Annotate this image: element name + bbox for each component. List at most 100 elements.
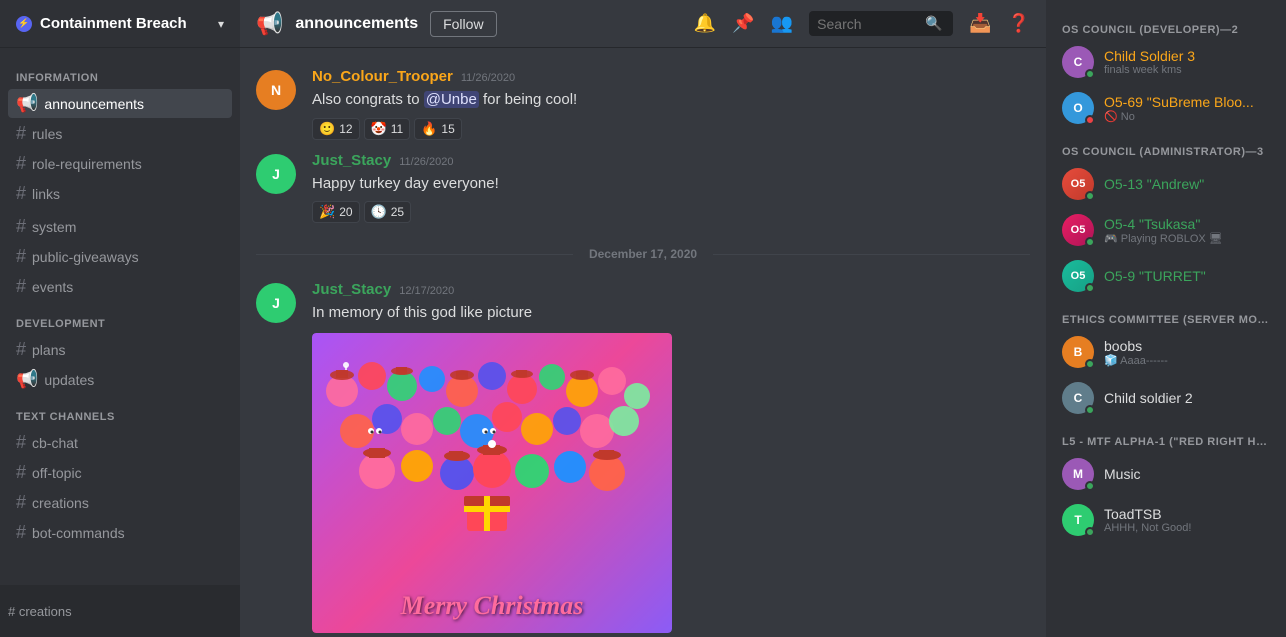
hash-icon: # (16, 246, 26, 267)
member-name: boobs (1104, 338, 1270, 354)
member-avatar-wrap: C (1062, 46, 1094, 78)
section-label-text-channels: TEXT CHANNELS (0, 395, 240, 427)
member-item[interactable]: C Child Soldier 3 finals week kms (1054, 40, 1278, 84)
image-attachment: Merry Christmas (312, 333, 672, 633)
hash-icon: # (16, 276, 26, 297)
search-box[interactable]: 🔍 (809, 11, 953, 36)
sidebar-item-label: plans (32, 342, 65, 358)
sidebar-item-public-giveaways[interactable]: # public-giveaways (8, 242, 232, 271)
inbox-icon[interactable]: 📥 (969, 13, 991, 34)
sidebar-item-off-topic[interactable]: # off-topic (8, 458, 232, 487)
message-header: No_Colour_Trooper 11/26/2020 (312, 68, 1030, 85)
member-item[interactable]: O5 O5-13 "Andrew" (1054, 162, 1278, 206)
section-label-development: DEVELOPMENT (0, 302, 240, 334)
message-text: Happy turkey day everyone! (312, 173, 1030, 196)
sidebar-item-plans[interactable]: # plans (8, 335, 232, 364)
announcement-icon: 📢 (16, 93, 38, 114)
member-name: O5-69 "SuBreme Bloo... (1104, 94, 1270, 110)
members-section-label: L5 - MTF ALPHA-1 ("RED RIGHT HAN... (1054, 428, 1278, 452)
message-timestamp: 12/17/2020 (399, 285, 454, 297)
date-divider: December 17, 2020 (240, 231, 1046, 277)
message-header: Just_Stacy 12/17/2020 (312, 281, 1030, 298)
member-status: finals week kms (1104, 64, 1270, 76)
hash-icon: # (16, 216, 26, 237)
message-text: Also congrats to @Unbe for being cool! (312, 89, 1030, 112)
announcement-icon: 📢 (16, 369, 38, 390)
avatar: J (256, 283, 296, 323)
sidebar-item-events[interactable]: # events (8, 272, 232, 301)
status-dot (1085, 359, 1095, 369)
hash-icon: # (16, 432, 26, 453)
sidebar-item-label: rules (32, 126, 62, 142)
sidebar-item-updates[interactable]: 📢 updates (8, 365, 232, 394)
date-divider-line (713, 254, 1030, 255)
member-item[interactable]: M Music (1054, 452, 1278, 496)
member-info: O5-9 "TURRET" (1104, 268, 1270, 284)
member-name: O5-4 "Tsukasa" (1104, 216, 1270, 232)
sidebar-item-role-requirements[interactable]: # role-requirements (8, 149, 232, 178)
member-avatar-wrap: O5 (1062, 214, 1094, 246)
member-status: 🚫 No (1104, 110, 1270, 123)
help-icon[interactable]: ❓ (1008, 13, 1030, 34)
sidebar-item-bot-commands[interactable]: # bot-commands (8, 518, 232, 547)
sidebar-item-label: role-requirements (32, 156, 142, 172)
sidebar-item-label: public-giveaways (32, 249, 139, 265)
hash-icon: # (16, 339, 26, 360)
member-item[interactable]: O O5-69 "SuBreme Bloo... 🚫 No (1054, 86, 1278, 130)
christmas-image: Merry Christmas (312, 333, 672, 633)
pin-icon[interactable]: 📌 (732, 13, 754, 34)
member-info: O5-13 "Andrew" (1104, 176, 1270, 192)
date-divider-text: December 17, 2020 (589, 247, 697, 261)
member-avatar-wrap: M (1062, 458, 1094, 490)
status-dot (1085, 481, 1095, 491)
reaction[interactable]: 🎉 20 (312, 201, 360, 223)
member-name: O5-13 "Andrew" (1104, 176, 1270, 192)
search-icon: 🔍 (925, 15, 942, 32)
reaction[interactable]: 🕓 25 (364, 201, 412, 223)
sidebar-bottom: # creations (0, 585, 240, 637)
member-item[interactable]: T ToadTSB AHHH, Not Good! (1054, 498, 1278, 542)
server-dropdown-icon: ▾ (218, 17, 224, 31)
sidebar-item-label: links (32, 186, 60, 202)
sidebar-item-system[interactable]: # system (8, 212, 232, 241)
reaction[interactable]: 🙂 12 (312, 118, 360, 140)
reaction[interactable]: 🤡 11 (364, 118, 411, 140)
message-row: N No_Colour_Trooper 11/26/2020 Also cong… (240, 64, 1046, 144)
message-content: Just_Stacy 12/17/2020 In memory of this … (312, 281, 1030, 637)
member-name: Child Soldier 3 (1104, 48, 1270, 64)
sidebar-item-label: system (32, 219, 76, 235)
member-item[interactable]: C Child soldier 2 (1054, 376, 1278, 420)
sidebar-item-rules[interactable]: # rules (8, 119, 232, 148)
main-content: 📢 announcements Follow 🔔 📌 👥 🔍 📥 ❓ N No_… (240, 0, 1046, 637)
reaction[interactable]: 🔥 15 (414, 118, 462, 140)
bell-icon[interactable]: 🔔 (694, 13, 716, 34)
follow-button[interactable]: Follow (430, 11, 496, 37)
search-input[interactable] (817, 16, 917, 32)
header-icons: 🔔 📌 👥 🔍 📥 ❓ (694, 11, 1030, 36)
server-header[interactable]: ⚡ Containment Breach ▾ (0, 0, 240, 48)
status-dot (1085, 191, 1095, 201)
member-item[interactable]: O5 O5-4 "Tsukasa" 🎮 Playing ROBLOX 🖥 (1054, 208, 1278, 252)
message-row: J Just_Stacy 11/26/2020 Happy turkey day… (240, 148, 1046, 228)
member-item[interactable]: B boobs 🧊 Aaaa------ (1054, 330, 1278, 374)
reaction-emoji: 🤡 (371, 121, 387, 137)
hash-icon: # (16, 492, 26, 513)
sidebar-item-links[interactable]: # links (8, 179, 232, 208)
member-info: ToadTSB AHHH, Not Good! (1104, 506, 1270, 534)
sidebar-item-creations[interactable]: # creations (8, 488, 232, 517)
member-status: 🎮 Playing ROBLOX 🖥 (1104, 232, 1270, 245)
member-status: 🧊 Aaaa------ (1104, 354, 1270, 367)
server-header-left: ⚡ Containment Breach (16, 15, 187, 32)
sidebar-item-cb-chat[interactable]: # cb-chat (8, 428, 232, 457)
sidebar-item-announcements[interactable]: 📢 announcements (8, 89, 232, 118)
member-info: O5-69 "SuBreme Bloo... 🚫 No (1104, 94, 1270, 123)
member-item[interactable]: O5 O5-9 "TURRET" (1054, 254, 1278, 298)
server-icon: ⚡ (16, 16, 32, 32)
members-icon[interactable]: 👥 (771, 13, 793, 34)
reaction-count: 11 (391, 122, 403, 136)
member-avatar-wrap: C (1062, 382, 1094, 414)
sidebar: ⚡ Containment Breach ▾ INFORMATION 📢 ann… (0, 0, 240, 637)
reactions: 🙂 12 🤡 11 🔥 15 (312, 118, 1030, 140)
member-info: Music (1104, 466, 1270, 482)
status-dot (1085, 69, 1095, 79)
